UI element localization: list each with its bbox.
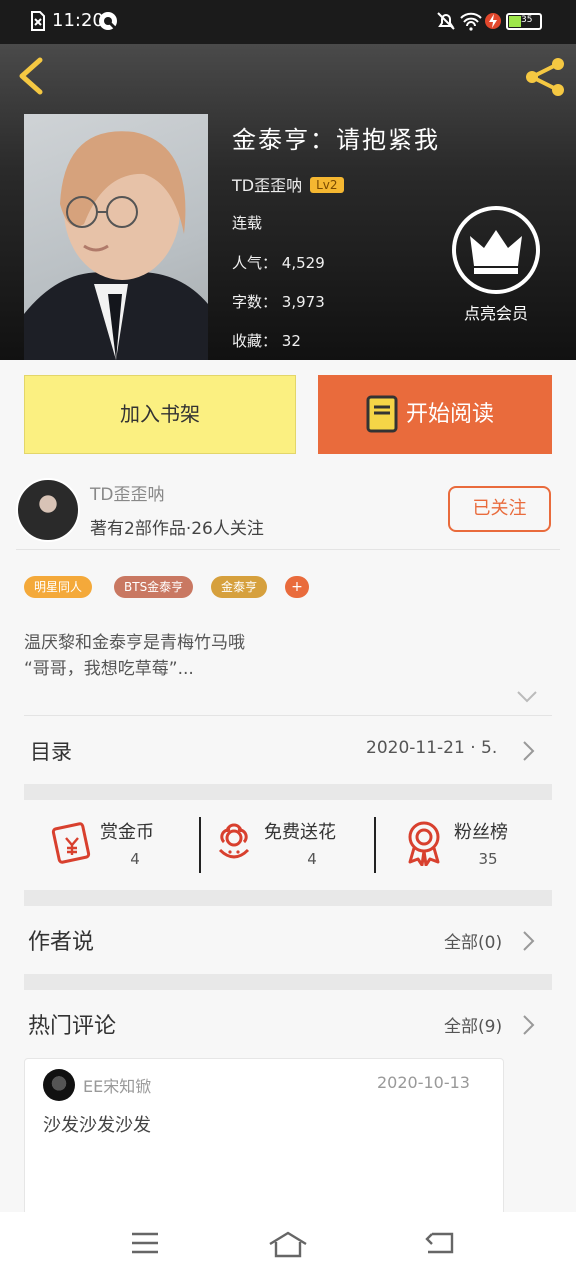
hot-comments-all[interactable]: 全部(9) <box>444 1012 502 1037</box>
book-header: 金泰亨：请抱紧我 TD歪歪呐 Lv2 连载 人气： 4,529 字数： 3,973… <box>0 44 576 360</box>
back-icon[interactable] <box>14 56 50 96</box>
divider <box>24 715 552 716</box>
comment-date: 2020-10-13 <box>377 1073 470 1092</box>
synopsis-line-2: “哥哥，我想吃草莓”... <box>24 659 194 679</box>
book-cover[interactable] <box>24 114 208 360</box>
author-name[interactable]: TD歪歪呐 <box>90 480 164 505</box>
add-to-shelf-button[interactable]: 加入书架 <box>24 375 296 454</box>
cover-illustration <box>24 131 208 360</box>
author-says-all[interactable]: 全部(0) <box>444 928 502 953</box>
q-app-icon <box>99 12 117 30</box>
hot-comments-title: 热门评论 <box>28 1014 117 1039</box>
stat-separator <box>199 817 201 873</box>
system-nav-bar <box>0 1212 576 1280</box>
battery-level: 35 <box>521 15 533 25</box>
author-row[interactable]: TD歪歪呐 著有2部作品·26人关注 已关注 <box>16 474 560 550</box>
section-separator <box>24 784 552 800</box>
author-info: 著有2部作品·26人关注 <box>90 519 264 539</box>
free-flowers-value: 4 <box>307 850 317 868</box>
vip-badge[interactable] <box>452 206 540 294</box>
favorites-label: 收藏： <box>232 332 278 350</box>
status-bar: 11:20 35 <box>0 0 576 44</box>
red-packet-icon[interactable] <box>50 822 94 864</box>
start-reading-label: 开始阅读 <box>406 402 495 427</box>
start-reading-button[interactable]: 开始阅读 <box>318 375 552 454</box>
book-title: 金泰亨：请抱紧我 <box>232 126 440 154</box>
popularity-label: 人气： <box>232 254 278 272</box>
menu-icon[interactable] <box>130 1230 160 1256</box>
word-count-label: 字数： <box>232 293 278 311</box>
reward-coins-label[interactable]: 赏金币 <box>100 818 154 844</box>
battery-icon: 35 <box>506 13 542 30</box>
tag-1[interactable]: BTS金泰亨 <box>114 576 194 598</box>
sim-icon <box>31 11 45 31</box>
word-count-value: 3,973 <box>281 293 325 311</box>
vip-label[interactable]: 点亮会员 <box>452 300 540 324</box>
level-badge: Lv2 <box>310 177 344 193</box>
word-count-row: 字数： 3,973 <box>232 291 325 312</box>
follow-button[interactable]: 已关注 <box>448 486 551 532</box>
book-author[interactable]: TD歪歪呐 <box>232 176 302 195</box>
synopsis[interactable]: 温厌黎和金泰亨是青梅竹马哦 “哥哥，我想吃草莓”... <box>24 630 544 682</box>
stat-separator <box>374 817 376 873</box>
favorites-row: 收藏： 32 <box>232 330 301 351</box>
status-time: 11:20 <box>52 10 104 31</box>
tag-0[interactable]: 明星同人 <box>24 576 93 598</box>
mute-bell-icon <box>437 12 455 30</box>
commenter-avatar[interactable] <box>43 1069 75 1101</box>
share-icon[interactable] <box>522 56 568 98</box>
flower-icon[interactable] <box>214 822 254 866</box>
reward-coins-value: 4 <box>130 850 140 868</box>
toc-label[interactable]: 目录 <box>30 736 72 766</box>
fan-rank-value: 35 <box>478 850 498 868</box>
synopsis-line-1: 温厌黎和金泰亨是青梅竹马哦 <box>24 633 245 653</box>
favorites-value: 32 <box>281 332 301 350</box>
popularity-row: 人气： 4,529 <box>232 252 325 273</box>
book-author-line: TD歪歪呐 Lv2 <box>232 172 344 196</box>
comment-card[interactable]: EE宋知锨 2020-10-13 沙发沙发沙发 <box>24 1058 504 1218</box>
chevron-right-icon[interactable] <box>522 930 536 952</box>
popularity-value: 4,529 <box>281 254 325 272</box>
commenter-name[interactable]: EE宋知锨 <box>83 1073 151 1097</box>
comment-text: 沙发沙发沙发 <box>43 1115 151 1136</box>
section-separator <box>24 890 552 906</box>
home-icon[interactable] <box>268 1230 308 1258</box>
free-flowers-label[interactable]: 免费送花 <box>264 818 336 844</box>
chevron-right-icon[interactable] <box>522 1014 536 1036</box>
power-saving-icon <box>485 13 501 29</box>
add-tag-button[interactable]: + <box>285 576 309 598</box>
toc-latest-date[interactable]: 2020-11-21 · 5. <box>366 738 497 758</box>
medal-icon[interactable] <box>404 820 444 866</box>
author-says-title: 作者说 <box>28 930 95 955</box>
book-icon <box>366 395 398 433</box>
author-avatar[interactable] <box>16 478 80 542</box>
tag-2[interactable]: 金泰亨 <box>211 576 268 598</box>
wifi-icon <box>460 12 482 31</box>
return-icon[interactable] <box>424 1230 456 1256</box>
chevron-down-icon[interactable] <box>516 690 538 704</box>
section-separator <box>24 974 552 990</box>
crown-icon <box>470 230 522 274</box>
chevron-right-icon[interactable] <box>522 740 536 762</box>
book-state: 连载 <box>232 214 263 232</box>
fan-rank-label[interactable]: 粉丝榜 <box>454 818 508 844</box>
